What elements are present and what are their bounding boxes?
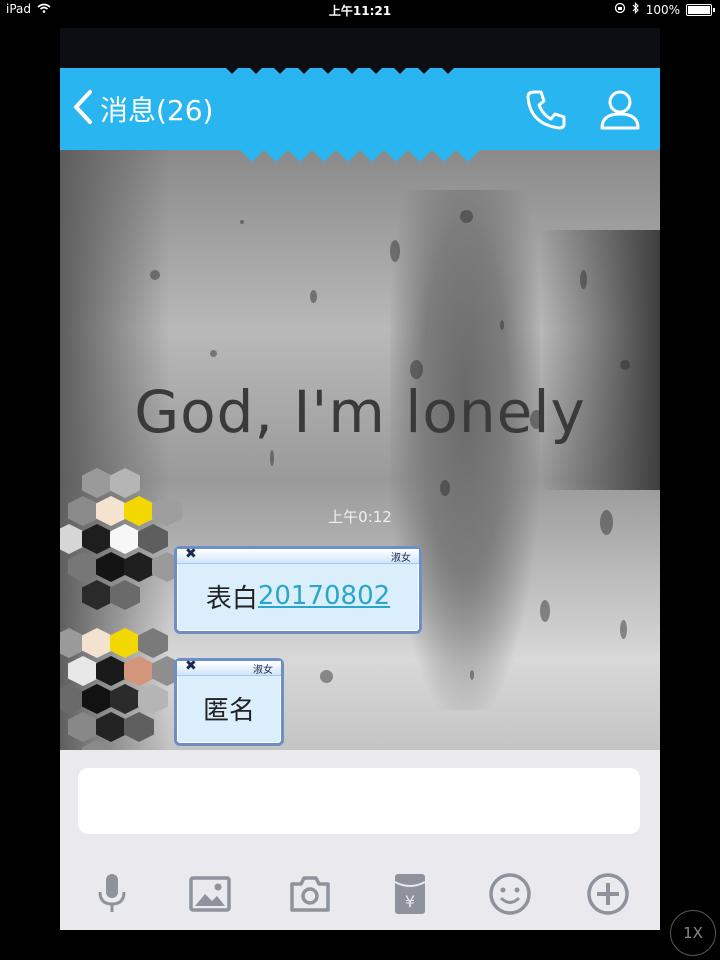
red-packet-button[interactable]: ¥ xyxy=(386,870,434,918)
background-caption: God, I'm lonely xyxy=(134,378,586,446)
red-packet-icon: ¥ xyxy=(386,874,434,922)
chevron-left-icon xyxy=(70,88,96,130)
bubble-tag: 淑女 xyxy=(391,553,411,564)
avatar[interactable] xyxy=(60,468,182,618)
plus-icon xyxy=(584,873,632,922)
phone-icon xyxy=(522,90,570,138)
input-toolbar: ¥ xyxy=(60,870,660,920)
profile-button[interactable] xyxy=(596,86,644,134)
more-button[interactable] xyxy=(584,870,632,918)
close-icon: ✖ xyxy=(185,546,197,562)
bubble-title-bar: ✖ 淑女 xyxy=(177,546,419,564)
message-link[interactable]: 20170802 xyxy=(258,581,390,611)
nav-bar: 消息(26) xyxy=(60,68,660,150)
close-icon: ✖ xyxy=(185,658,197,674)
phone-call-button[interactable] xyxy=(522,86,570,134)
battery-percent: 100% xyxy=(645,2,680,17)
microphone-icon xyxy=(88,874,136,922)
back-button[interactable]: 消息(26) xyxy=(70,86,213,132)
rotation-lock-icon xyxy=(614,2,626,17)
message-text: 匿名 xyxy=(202,695,255,726)
bubble-title-bar: ✖ 淑女 xyxy=(177,658,281,676)
voice-button[interactable] xyxy=(88,870,136,918)
speed-button[interactable]: 1X xyxy=(670,910,716,956)
camera-icon xyxy=(286,876,334,922)
image-icon xyxy=(186,876,234,922)
bluetooth-icon xyxy=(632,2,640,17)
emoji-button[interactable] xyxy=(486,870,534,918)
message-input[interactable] xyxy=(78,768,640,834)
message-bubble[interactable]: ✖ 淑女 表白 20170802 xyxy=(174,546,422,634)
back-label: 消息(26) xyxy=(100,94,214,127)
chat-window: 消息(26) God, I'm lonely 上午0:12 ✖ 淑女 表白 20… xyxy=(60,28,660,930)
input-area: ¥ xyxy=(60,750,660,930)
status-bar: iPad 上午11:21 100% xyxy=(0,0,720,20)
photo-button[interactable] xyxy=(186,870,234,918)
battery-icon xyxy=(686,3,715,16)
mosaic-edge xyxy=(220,62,460,74)
status-time: 上午11:21 xyxy=(328,4,392,18)
camera-button[interactable] xyxy=(286,870,334,918)
bubble-tag: 淑女 xyxy=(253,665,273,676)
message-bubble[interactable]: ✖ 淑女 匿名 xyxy=(174,658,284,746)
emoji-icon xyxy=(486,873,534,922)
message-text: 表白 xyxy=(205,583,258,614)
svg-text:¥: ¥ xyxy=(405,892,415,911)
mosaic-edge xyxy=(240,148,480,162)
person-icon xyxy=(596,90,644,138)
